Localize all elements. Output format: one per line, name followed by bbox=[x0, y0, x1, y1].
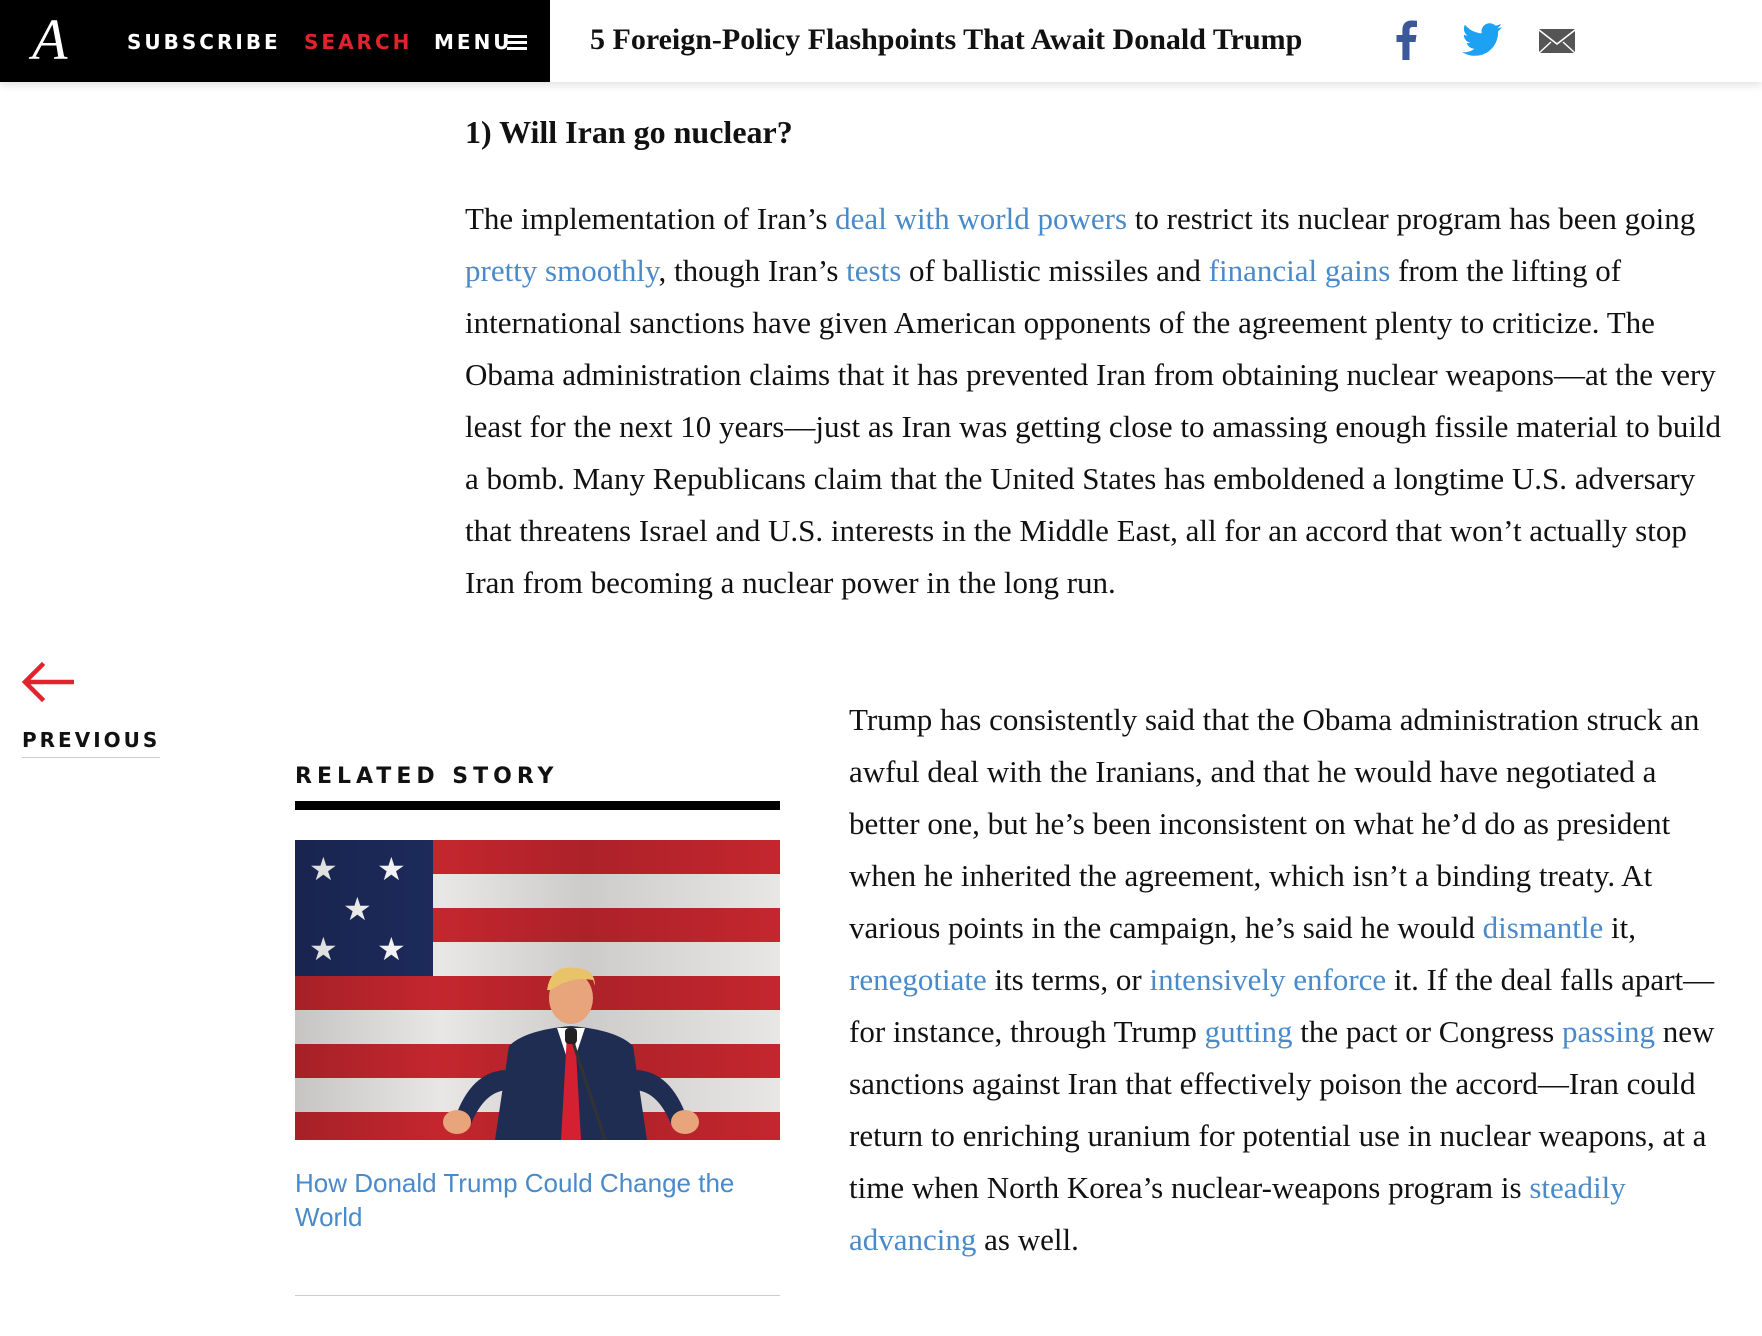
inline-link[interactable]: gutting bbox=[1205, 1014, 1293, 1049]
related-story-heading: RELATED STORY bbox=[295, 764, 559, 789]
paragraph-text: , though Iran’s bbox=[658, 253, 847, 288]
left-arrow-icon[interactable] bbox=[20, 661, 75, 703]
paragraph-text: Trump has consistently said that the Oba… bbox=[849, 702, 1700, 945]
inline-link[interactable]: deal with world powers bbox=[835, 201, 1127, 236]
site-logo[interactable]: A bbox=[32, 10, 67, 70]
header-article-title: 5 Foreign-Policy Flashpoints That Await … bbox=[590, 23, 1303, 56]
section-heading: 1) Will Iran go nuclear? bbox=[465, 114, 793, 150]
paragraph-text: it, bbox=[1603, 910, 1636, 945]
paragraph-text: from the lifting of international sancti… bbox=[465, 253, 1722, 600]
menu-link[interactable]: MENU bbox=[434, 30, 513, 54]
paragraph-text: The implementation of Iran’s bbox=[465, 201, 836, 236]
article-paragraph-1: The implementation of Iran’s deal with w… bbox=[465, 193, 1735, 609]
twitter-icon[interactable] bbox=[1462, 22, 1502, 58]
mail-icon[interactable] bbox=[1538, 28, 1576, 56]
paragraph-text: to restrict its nuclear program has been… bbox=[1127, 201, 1696, 236]
top-navigation-bar: A SUBSCRIBE SEARCH MENU 5 Foreign-Policy… bbox=[0, 0, 1762, 82]
article-paragraph-2: Trump has consistently said that the Oba… bbox=[849, 694, 1729, 1266]
inline-link[interactable]: intensively enforce bbox=[1149, 962, 1386, 997]
related-story-divider bbox=[295, 801, 780, 810]
previous-link[interactable]: PREVIOUS bbox=[22, 727, 161, 758]
inline-link[interactable]: financial gains bbox=[1209, 253, 1391, 288]
related-story-image[interactable]: ★★ ★ ★★ bbox=[295, 840, 780, 1140]
paragraph-text: its terms, or bbox=[986, 962, 1150, 997]
paragraph-text: of ballistic missiles and bbox=[901, 253, 1209, 288]
subscribe-link[interactable]: SUBSCRIBE bbox=[127, 30, 281, 54]
inline-link[interactable]: renegotiate bbox=[849, 962, 987, 997]
inline-link[interactable]: pretty smoothly bbox=[465, 253, 658, 288]
related-story-link[interactable]: How Donald Trump Could Change the World bbox=[295, 1166, 765, 1234]
facebook-icon[interactable] bbox=[1394, 20, 1418, 60]
inline-link[interactable]: tests bbox=[846, 253, 901, 288]
paragraph-text: the pact or Congress bbox=[1292, 1014, 1562, 1049]
inline-link[interactable]: passing bbox=[1562, 1014, 1655, 1049]
masthead-block: A SUBSCRIBE SEARCH MENU bbox=[0, 0, 550, 82]
hamburger-menu-icon[interactable] bbox=[507, 35, 527, 51]
search-link[interactable]: SEARCH bbox=[304, 30, 412, 54]
related-story-bottom-divider bbox=[295, 1295, 780, 1296]
inline-link[interactable]: dismantle bbox=[1483, 910, 1604, 945]
paragraph-text: as well. bbox=[976, 1222, 1079, 1257]
